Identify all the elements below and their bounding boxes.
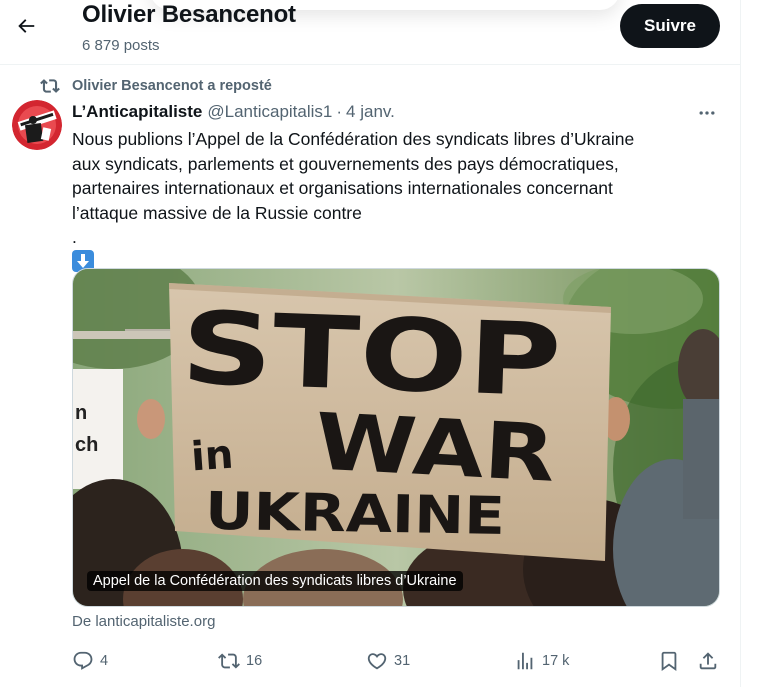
reply-count: 4: [100, 653, 109, 669]
side-sign-letter: ch: [75, 434, 98, 456]
like-button[interactable]: 31: [366, 648, 410, 674]
repost-icon: [218, 650, 240, 672]
source-link[interactable]: De lanticapitaliste.org: [72, 613, 215, 630]
repost-icon: [40, 76, 60, 96]
tweet-date[interactable]: 4 janv.: [346, 102, 395, 122]
profile-name: Olivier Besancenot: [82, 1, 296, 28]
views-count: 17 k: [542, 653, 570, 669]
tweet-text-line: aux syndicats, parlements et gouvernemen…: [72, 153, 619, 174]
views-button[interactable]: 17 k: [514, 648, 569, 674]
repost-button[interactable]: 16: [218, 648, 262, 674]
separator: ·: [336, 102, 343, 121]
share-button[interactable]: [697, 648, 719, 674]
sign-word-in: in: [190, 432, 235, 481]
avatar[interactable]: [12, 100, 62, 150]
share-icon: [697, 650, 719, 672]
repost-label: Olivier Besancenot a reposté: [72, 78, 272, 94]
tweet-text-line: Nous publions l’Appel de la Confédératio…: [72, 129, 635, 149]
repost-count: 16: [246, 653, 263, 669]
posts-count: 6 879 posts: [82, 37, 160, 54]
ukraine-flag-emoji: [369, 205, 391, 221]
protest-photo: n ch STOP WAR in UKRAINE: [73, 269, 719, 606]
tweet-text-line-last: l’attaque massive de la Russie contre: [72, 201, 722, 226]
tweet-text-line: l’attaque massive de la Russie contre: [72, 202, 362, 223]
side-sign-letter: n: [75, 402, 87, 424]
media-caption: Appel de la Confédération des syndicats …: [87, 571, 463, 591]
tweet-text-line: partenaires internationaux et organisati…: [72, 178, 613, 198]
author-name[interactable]: L’Anticapitaliste: [72, 102, 202, 122]
arrow-left-icon: [18, 19, 35, 33]
like-count: 31: [394, 653, 411, 669]
tweet-text: Nous publions l’Appel de la Confédératio…: [72, 127, 722, 274]
more-icon: [699, 111, 715, 115]
bookmark-button[interactable]: [658, 648, 680, 674]
bookmark-icon: [658, 650, 680, 672]
sign-word-ukraine: UKRAINE: [204, 482, 505, 547]
profile-header: Olivier Besancenot 6 879 posts Suivre: [0, 0, 740, 65]
back-button[interactable]: [8, 8, 44, 44]
media-card[interactable]: n ch STOP WAR in UKRAINE Appel de la Con…: [72, 268, 720, 607]
reply-button[interactable]: 4: [72, 648, 108, 674]
more-options-button[interactable]: [690, 99, 724, 127]
reply-icon: [72, 650, 94, 672]
views-chart-icon: [514, 650, 536, 672]
tweet-text-period: .: [72, 227, 77, 247]
author-handle[interactable]: @Lanticapitalis1: [207, 102, 332, 122]
timeline-column: Olivier Besancenot 6 879 posts Suivre Ol…: [0, 0, 741, 687]
follow-button[interactable]: Suivre: [620, 4, 720, 48]
repost-indicator[interactable]: Olivier Besancenot a reposté: [40, 76, 272, 96]
tweet-header: L’Anticapitaliste @Lanticapitalis1 · 4 j…: [72, 100, 395, 124]
heart-icon: [366, 650, 388, 672]
